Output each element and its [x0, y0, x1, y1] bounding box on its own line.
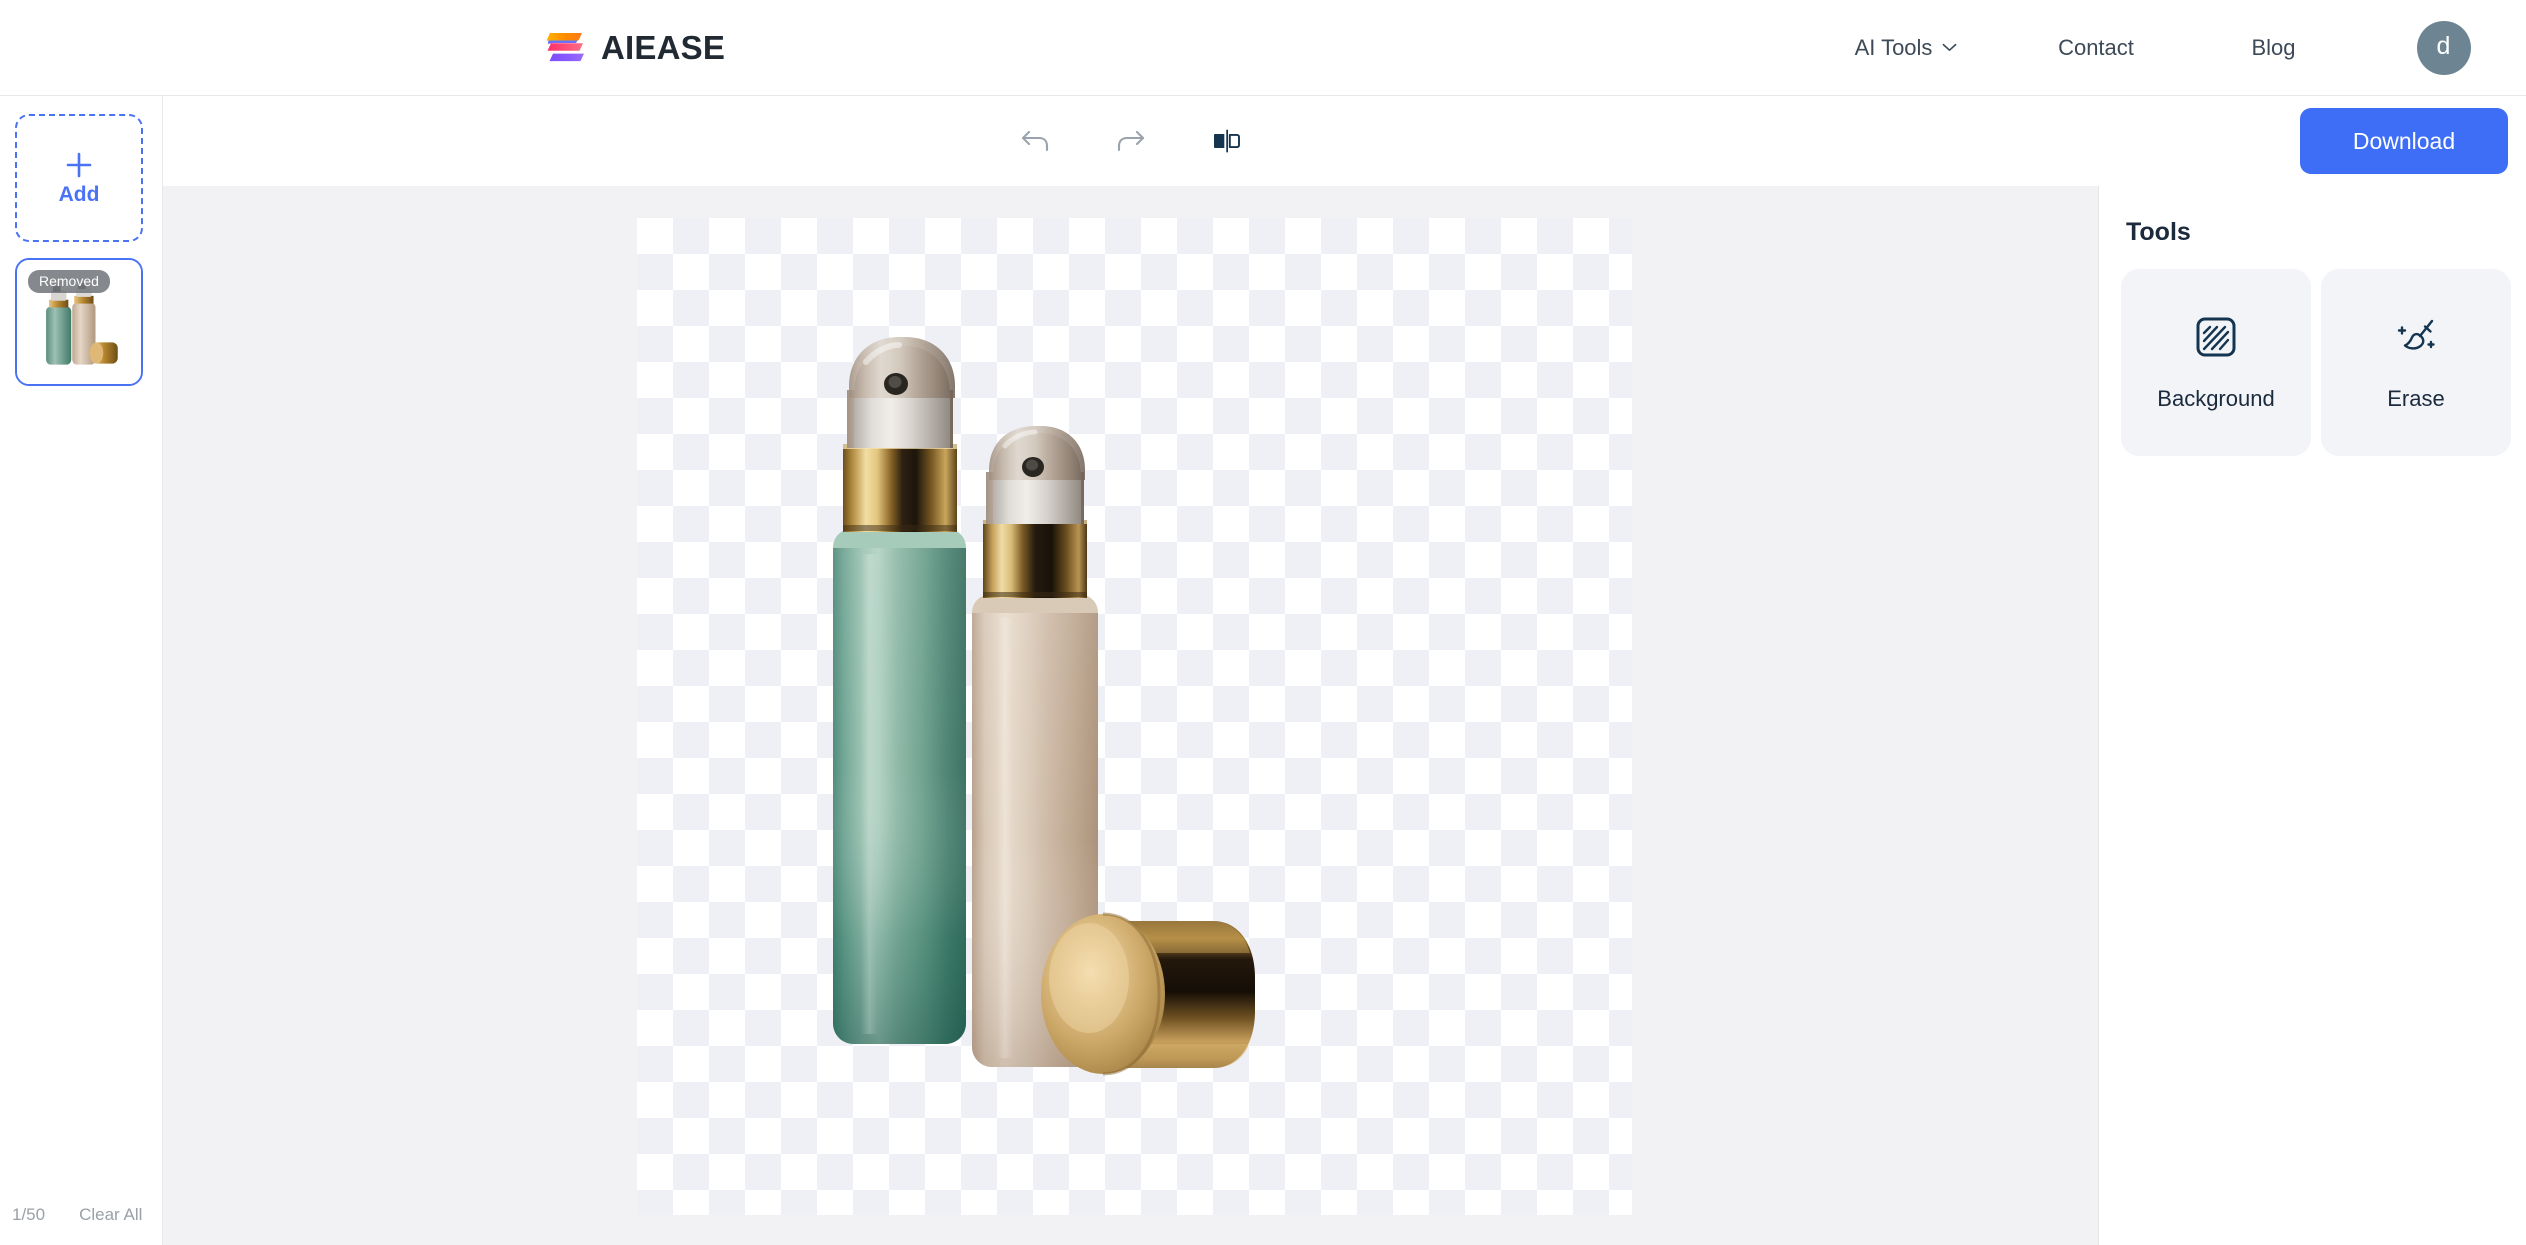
tools-title: Tools: [2126, 218, 2191, 246]
brand-name: AIEASE: [601, 28, 726, 66]
left-sidebar: Add Removed 1/50 Clear All: [0, 96, 163, 1245]
tool-background[interactable]: Background: [2121, 269, 2311, 456]
right-panel: Download Tools Background Erase: [2099, 96, 2526, 1245]
tools-grid: Background Erase: [2121, 269, 2511, 456]
plus-icon: [66, 152, 92, 177]
compare-button[interactable]: [1197, 111, 1257, 171]
nav-slot-avatar: d: [2361, 20, 2526, 75]
nav-item-contact-label: Contact: [2058, 34, 2134, 60]
tool-erase-label: Erase: [2387, 385, 2445, 411]
magic-brush-erase-icon: [2397, 319, 2435, 350]
app-root: AIEASE AI Tools Contact Blog d Add Remov…: [0, 0, 2526, 1245]
thumbnail-item[interactable]: Removed: [15, 258, 143, 386]
redo-button[interactable]: [1101, 111, 1161, 171]
gold-cap: [1041, 912, 1255, 1076]
sidebar-footer: 1/50 Clear All: [0, 1205, 163, 1225]
undo-button[interactable]: [1005, 111, 1065, 171]
tool-background-label: Background: [2157, 385, 2275, 411]
brand[interactable]: AIEASE: [545, 29, 725, 67]
nav-item-contact[interactable]: Contact: [2058, 35, 2134, 61]
tool-erase[interactable]: Erase: [2321, 269, 2511, 456]
site-header: AIEASE AI Tools Contact Blog d: [0, 0, 2526, 96]
avatar[interactable]: d: [2416, 20, 2471, 75]
nav-item-blog[interactable]: Blog: [2251, 35, 2295, 61]
clear-all-button[interactable]: Clear All: [79, 1205, 142, 1225]
nav-slot-ai-tools: AI Tools: [1806, 35, 2006, 61]
nav-slot-contact: Contact: [2006, 35, 2186, 61]
image-canvas[interactable]: [637, 218, 1632, 1215]
nav-slot-blog: Blog: [2186, 35, 2361, 61]
thumbnail-status-badge: Removed: [28, 270, 110, 293]
aiease-logo-icon: [546, 32, 584, 61]
add-image-label: Add: [58, 182, 100, 206]
nav-item-ai-tools[interactable]: AI Tools: [1855, 35, 1958, 61]
add-image-button[interactable]: Add: [15, 114, 143, 242]
background-hatch-icon: [2196, 317, 2236, 356]
chevron-down-icon: [1943, 43, 1957, 51]
canvas-stage: [163, 186, 2099, 1245]
nav-item-ai-tools-label: AI Tools: [1854, 34, 1933, 60]
editor-toolbar: [163, 96, 2099, 186]
main-nav: AI Tools Contact Blog d: [1806, 20, 2526, 75]
green-bottle: [833, 337, 966, 1044]
undo-arrow-icon: [1021, 130, 1049, 152]
product-image: [833, 337, 1255, 1076]
compare-split-icon: [1214, 129, 1240, 153]
download-button[interactable]: Download: [2300, 108, 2508, 174]
redo-arrow-icon: [1117, 130, 1145, 152]
image-count-label: 1/50: [12, 1205, 46, 1224]
nav-item-blog-label: Blog: [2251, 34, 2296, 60]
